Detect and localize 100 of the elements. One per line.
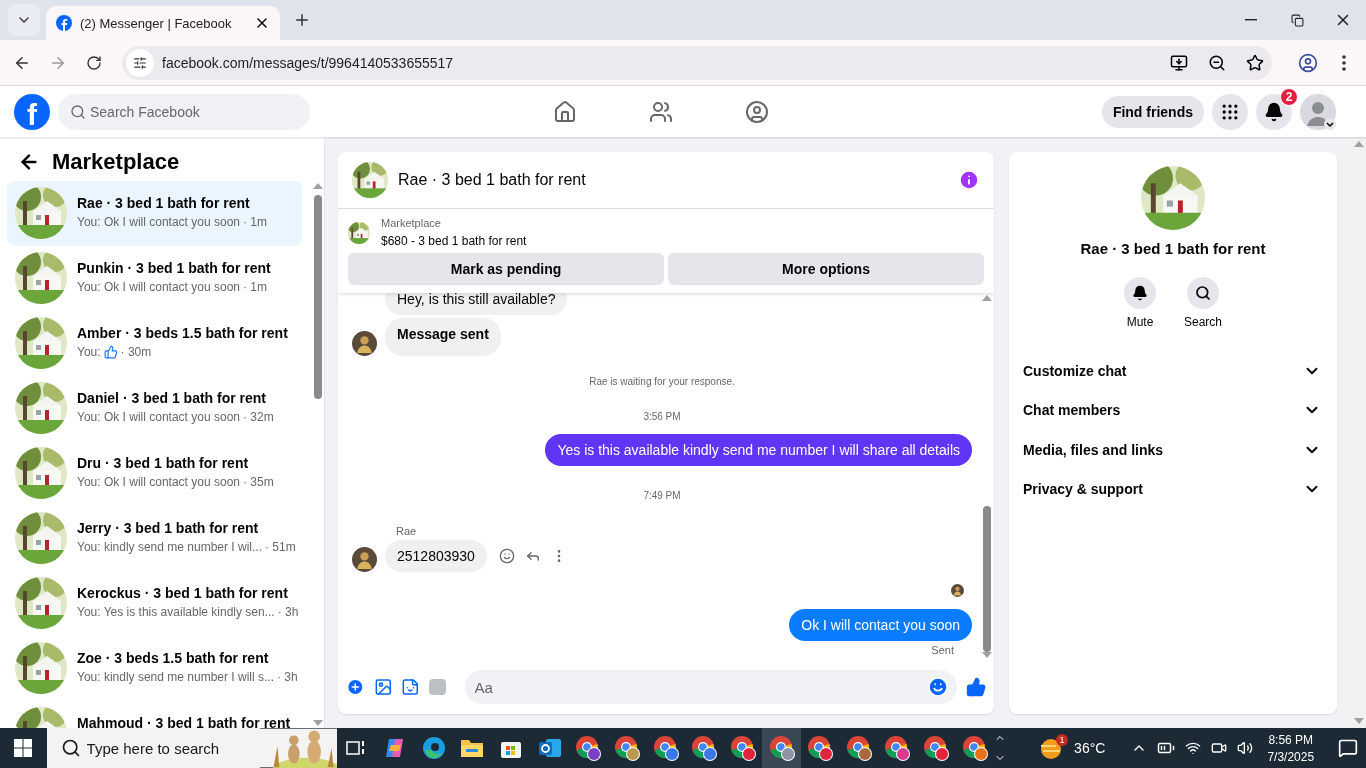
conversation-item[interactable]: Zoe · 3 beds 1.5 bath for rent You: kindly send me number I will s... · 3h bbox=[7, 636, 302, 701]
add-icon[interactable] bbox=[346, 677, 365, 697]
volume-icon[interactable] bbox=[1237, 740, 1254, 756]
info-icon[interactable] bbox=[958, 169, 980, 191]
section-title: Chat members bbox=[1023, 402, 1121, 419]
like-icon[interactable] bbox=[965, 676, 986, 698]
conversation-name: Jerry · 3 bed 1 bath for rent bbox=[77, 520, 260, 536]
taskbar-search-field[interactable]: Type here to search bbox=[46, 728, 260, 768]
conversation-time: · 32m bbox=[243, 410, 274, 424]
chrome-icon bbox=[691, 735, 718, 761]
task-view-icon bbox=[346, 739, 367, 757]
address-bar[interactable]: facebook.com/messages/t/9964140533655517 bbox=[122, 45, 1272, 80]
conversation-time: · 35m bbox=[243, 475, 274, 489]
plus-icon bbox=[293, 11, 311, 29]
conversation-time: · 3h bbox=[277, 605, 299, 619]
conversation-preview: You: kindly send me number I will s... bbox=[77, 670, 274, 684]
notifications-icon[interactable] bbox=[1338, 738, 1359, 758]
conversation-preview: You: Ok I will contact you soon bbox=[77, 280, 240, 294]
conversation-item[interactable]: Jerry · 3 bed 1 bath for rent You: kindly send me number I wil... · 51m bbox=[7, 506, 302, 571]
groups-icon[interactable] bbox=[744, 99, 769, 124]
chrome-icon bbox=[768, 735, 795, 761]
like-icon bbox=[103, 345, 118, 359]
search-icon bbox=[60, 738, 81, 758]
section-header[interactable]: Chat members bbox=[1015, 390, 1329, 430]
reload-icon bbox=[86, 54, 102, 71]
chrome-icon bbox=[575, 735, 602, 761]
chrome-icon bbox=[845, 735, 872, 761]
home-icon[interactable] bbox=[552, 99, 577, 124]
folder-icon bbox=[460, 737, 485, 759]
chrome-icon bbox=[652, 735, 679, 761]
account-button[interactable] bbox=[1300, 93, 1336, 130]
chrome-icon bbox=[923, 735, 950, 761]
conversation-name: Mahmoud · 3 bed 1 bath for rent bbox=[77, 715, 291, 728]
notifications-button[interactable] bbox=[1256, 93, 1292, 130]
sender-name: Rae bbox=[396, 525, 417, 537]
friends-icon[interactable] bbox=[648, 99, 673, 124]
section-title: Customize chat bbox=[1023, 362, 1127, 379]
browser-tab[interactable]: (2) Messenger | Facebook bbox=[46, 6, 280, 40]
clock-date[interactable]: 7/3/2025 bbox=[1267, 749, 1315, 764]
conversation-name: Daniel · 3 bed 1 bath for rent bbox=[77, 390, 268, 406]
bell-icon bbox=[1132, 285, 1148, 301]
conversation-item[interactable]: Kerockus · 3 bed 1 bath for rent You: Yes is this available kindly sen... · 3h bbox=[7, 571, 302, 636]
outlook-icon bbox=[537, 736, 562, 760]
conversation-item[interactable]: Punkin · 3 bed 1 bath for rent You: Ok I will contact you soon · 1m bbox=[7, 246, 302, 311]
conversation-time: · 1m bbox=[243, 280, 267, 294]
photo-icon[interactable] bbox=[373, 677, 393, 697]
conversation-time: · 3h bbox=[277, 670, 298, 684]
message-bubble: Message sent bbox=[385, 318, 501, 356]
bookmark-icon[interactable] bbox=[1246, 53, 1264, 72]
avatar-icon bbox=[1300, 93, 1336, 130]
profile-icon bbox=[1298, 52, 1318, 73]
conversation-item[interactable]: Amber · 3 beds 1.5 bath for rent You: · 30m bbox=[7, 311, 302, 376]
seen-avatar bbox=[951, 584, 964, 597]
listing-title: $680 - 3 bed 1 bath for rent bbox=[381, 234, 527, 248]
taskbar-app[interactable] bbox=[762, 728, 801, 768]
contact-name: Rae · 3 bed 1 bath for rent bbox=[1080, 240, 1266, 257]
search-field[interactable]: Search Facebook bbox=[58, 93, 310, 130]
menu-icon bbox=[1342, 54, 1346, 71]
message-bubble: 2512803930 bbox=[385, 540, 487, 572]
chrome-icon bbox=[884, 735, 911, 761]
timestamp: 7:49 PM bbox=[643, 490, 681, 501]
message-bubble: Hey, is this still available? bbox=[385, 293, 568, 315]
clock-time[interactable]: 8:56 PM bbox=[1268, 732, 1314, 747]
windows-icon bbox=[14, 739, 33, 757]
chrome-icon bbox=[729, 735, 756, 761]
scrollbar[interactable] bbox=[1352, 137, 1366, 728]
find-friends-button[interactable]: Find friends bbox=[1101, 95, 1204, 128]
conversation-preview: You: Ok I will contact you soon bbox=[77, 215, 240, 229]
conversation-preview: You: Ok I will contact you soon bbox=[77, 475, 240, 489]
conversation-name: Zoe · 3 beds 1.5 bath for rent bbox=[77, 650, 270, 666]
section-header[interactable]: Media, files and links bbox=[1015, 430, 1329, 470]
install-icon[interactable] bbox=[1170, 53, 1188, 72]
message-bubble: Yes is this available kindly send me number I will share all details bbox=[545, 434, 972, 466]
facebook-logo[interactable]: f bbox=[14, 93, 50, 130]
action-button[interactable]: Mark as pending bbox=[348, 253, 664, 285]
site-settings-button[interactable] bbox=[126, 48, 154, 77]
conversation-item[interactable]: Rae · 3 bed 1 bath for rent You: Ok I will contact you soon · 1m bbox=[7, 181, 302, 246]
listing-label: Marketplace bbox=[381, 217, 442, 229]
chrome-icon bbox=[807, 735, 834, 761]
conversation-time: · 51m bbox=[265, 540, 296, 554]
conversation-preview: You: Yes is this available kindly sen... bbox=[77, 605, 275, 619]
conversation-name: Amber · 3 beds 1.5 bath for rent bbox=[77, 325, 288, 341]
conversation-item[interactable]: Dru · 3 bed 1 bath for rent You: Ok I will contact you soon · 35m bbox=[7, 441, 302, 506]
conversation-name: Kerockus · 3 bed 1 bath for rent bbox=[77, 585, 289, 601]
conversation-item[interactable]: Daniel · 3 bed 1 bath for rent You: Ok I will contact you soon · 32m bbox=[7, 376, 302, 441]
sticker-icon[interactable] bbox=[401, 677, 420, 697]
action-button[interactable]: More options bbox=[668, 253, 984, 285]
conversation-name: Punkin · 3 bed 1 bath for rent bbox=[77, 260, 271, 276]
temperature: 36°C bbox=[1074, 740, 1106, 756]
react-icon[interactable] bbox=[498, 548, 515, 564]
zoom-icon[interactable] bbox=[1208, 53, 1226, 72]
facebook-icon bbox=[56, 15, 72, 31]
section-header[interactable]: Customize chat bbox=[1015, 351, 1329, 391]
section-header[interactable]: Privacy & support bbox=[1015, 469, 1329, 509]
menu-button[interactable] bbox=[1212, 93, 1248, 130]
message-field[interactable]: Aa bbox=[464, 670, 957, 704]
camera-icon[interactable] bbox=[1211, 740, 1228, 756]
section-title: Media, files and links bbox=[1023, 441, 1164, 458]
wifi-icon[interactable] bbox=[1185, 740, 1202, 756]
search-icon bbox=[70, 103, 86, 120]
